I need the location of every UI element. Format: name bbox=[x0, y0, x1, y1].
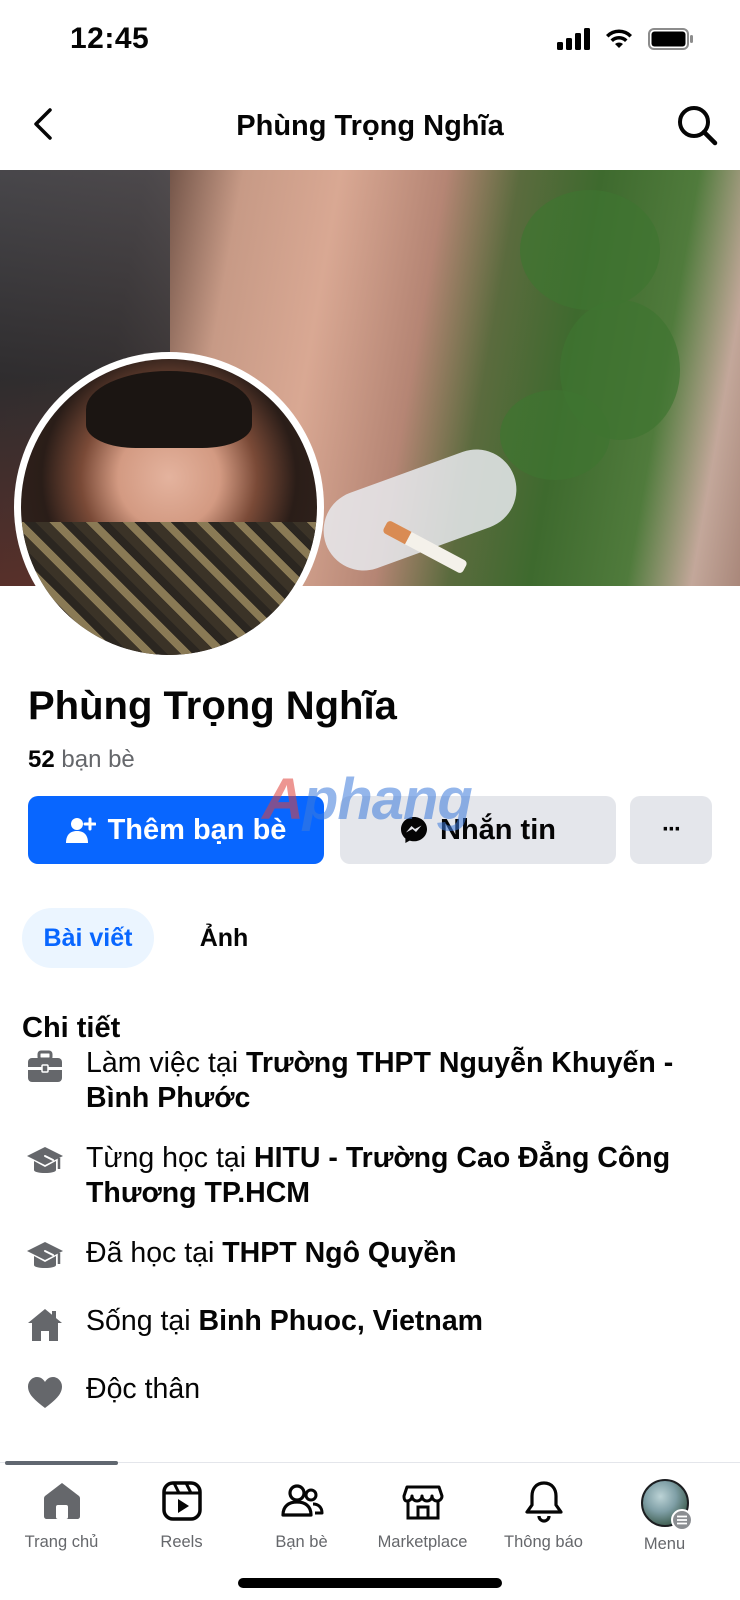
back-icon[interactable] bbox=[26, 104, 66, 144]
graduation-cap-icon bbox=[27, 1147, 63, 1173]
tab-photos[interactable]: Ảnh bbox=[184, 908, 264, 968]
detail-relationship: Độc thân bbox=[26, 1372, 716, 1412]
status-bar: 12:45 bbox=[0, 0, 740, 80]
battery-icon bbox=[648, 28, 693, 50]
hamburger-icon bbox=[670, 1509, 693, 1531]
home-indicator bbox=[238, 1578, 502, 1588]
detail-work: Làm việc tại Trường THPT Nguyễn Khuyến -… bbox=[26, 1046, 716, 1116]
detail-lives-in: Sống tại Binh Phuoc, Vietnam bbox=[26, 1304, 716, 1344]
detail-lives-value[interactable]: Binh Phuoc, Vietnam bbox=[199, 1305, 484, 1337]
friends-icon bbox=[280, 1484, 323, 1517]
watermark: Aphang bbox=[262, 766, 473, 833]
status-time: 12:45 bbox=[70, 22, 150, 55]
nav-friends[interactable]: Bạn bè bbox=[240, 1479, 363, 1552]
nav-home[interactable]: Trang chủ bbox=[0, 1479, 123, 1552]
menu-avatar bbox=[640, 1479, 693, 1531]
status-icons bbox=[557, 28, 694, 50]
detail-studied-at: Từng học tại HITU - Trường Cao Đẳng Công… bbox=[26, 1141, 716, 1211]
nav-notifications[interactable]: Thông báo bbox=[482, 1479, 605, 1552]
details-heading: Chi tiết bbox=[22, 1012, 121, 1044]
bell-icon bbox=[524, 1481, 563, 1523]
nav-reels-label: Reels bbox=[160, 1533, 203, 1551]
nav-menu[interactable]: Menu bbox=[603, 1479, 726, 1554]
reels-icon bbox=[161, 1481, 202, 1521]
page-title: Phùng Trọng Nghĩa bbox=[236, 109, 504, 142]
watermark-rest: phang bbox=[302, 767, 473, 832]
tab-posts[interactable]: Bài viết bbox=[22, 908, 154, 968]
friends-count-number: 52 bbox=[28, 746, 55, 773]
more-dots-icon: ··· bbox=[662, 816, 682, 843]
nav-reels[interactable]: Reels bbox=[120, 1479, 243, 1552]
graduation-cap-icon bbox=[27, 1242, 63, 1268]
detail-highschool-value[interactable]: THPT Ngô Quyền bbox=[222, 1237, 456, 1269]
watermark-first-letter: A bbox=[262, 767, 304, 832]
detail-studied-prefix: Từng học tại bbox=[86, 1142, 254, 1174]
home-nav-icon bbox=[43, 1483, 80, 1519]
profile-name: Phùng Trọng Nghĩa bbox=[28, 684, 397, 728]
detail-studied-high-school: Đã học tại THPT Ngô Quyền bbox=[26, 1236, 716, 1276]
nav-notifications-label: Thông báo bbox=[504, 1533, 583, 1551]
marketplace-icon bbox=[402, 1485, 443, 1520]
detail-highschool-prefix: Đã học tại bbox=[86, 1237, 223, 1269]
search-icon[interactable] bbox=[674, 102, 720, 148]
nav-home-label: Trang chủ bbox=[24, 1533, 99, 1551]
heart-icon bbox=[28, 1377, 62, 1408]
briefcase-icon bbox=[28, 1050, 62, 1082]
friends-count-label: bạn bè bbox=[61, 746, 135, 773]
wifi-icon bbox=[606, 29, 632, 48]
active-tab-indicator bbox=[5, 1461, 118, 1465]
nav-marketplace-label: Marketplace bbox=[377, 1533, 468, 1551]
nav-marketplace[interactable]: Marketplace bbox=[361, 1479, 484, 1552]
cellular-signal-icon bbox=[557, 28, 590, 50]
add-friend-label: Thêm bạn bè bbox=[107, 813, 287, 846]
nav-friends-label: Bạn bè bbox=[275, 1533, 328, 1551]
add-person-icon bbox=[65, 817, 96, 843]
profile-avatar[interactable] bbox=[14, 352, 324, 662]
friends-count[interactable]: 52 bạn bè bbox=[28, 746, 135, 774]
profile-header: Phùng Trọng Nghĩa bbox=[0, 90, 740, 162]
more-options-button[interactable]: ··· bbox=[630, 796, 712, 864]
detail-relationship-text: Độc thân bbox=[86, 1373, 201, 1405]
nav-menu-label: Menu bbox=[643, 1535, 686, 1553]
home-icon bbox=[28, 1309, 62, 1341]
detail-work-prefix: Làm việc tại bbox=[86, 1047, 246, 1079]
detail-lives-prefix: Sống tại bbox=[86, 1305, 199, 1337]
